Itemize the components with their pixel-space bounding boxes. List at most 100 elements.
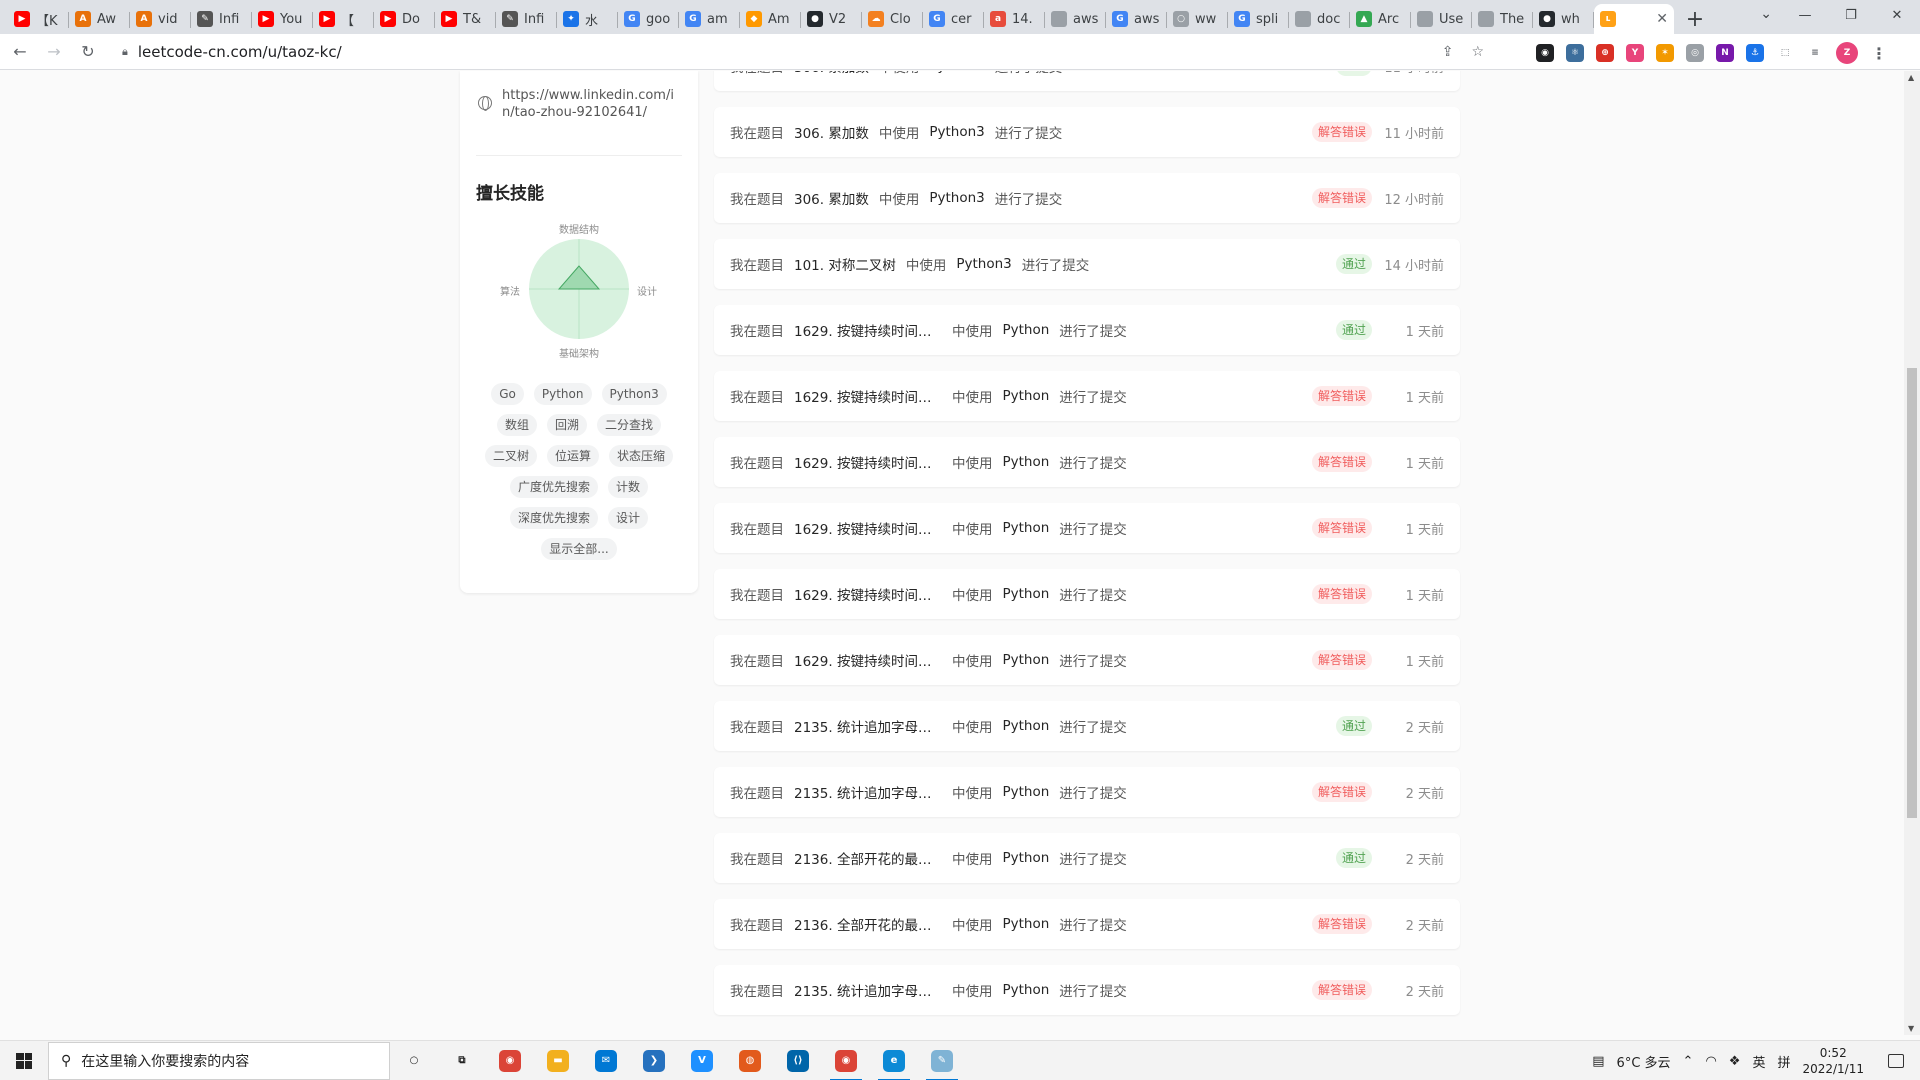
skill-tag[interactable]: 计数 — [608, 476, 649, 498]
cortana-taskbar-button[interactable]: ○ — [390, 1041, 438, 1080]
browser-tab[interactable]: A Aw — [69, 4, 130, 34]
submission-row[interactable]: 我在题目 2136. 全部开花的最早... 中使用 Python 进行了提交 通过 2 天前 — [714, 833, 1460, 883]
powershell-taskbar-button[interactable]: ❯ — [630, 1041, 678, 1080]
active-tab[interactable]: ʟ ✕ — [1594, 4, 1674, 34]
browser-tab[interactable]: Avid — [130, 4, 191, 34]
show-all-skills-button[interactable]: 显示全部... — [541, 538, 617, 560]
news-icon[interactable]: ▤ — [1592, 1054, 1604, 1069]
browser-tab[interactable]: Gspli — [1228, 4, 1289, 34]
extension-icon[interactable]: ⚛ — [1566, 44, 1584, 62]
vscode-taskbar-button[interactable]: ⟨⟩ — [774, 1041, 822, 1080]
submission-row[interactable]: 我在题目 2135. 统计追加字母可... 中使用 Python 进行了提交 解答错误 2 … — [714, 965, 1460, 1015]
browser-tab[interactable]: ▶ You — [252, 4, 313, 34]
taskbar-search-box[interactable]: ⚲ 在这里输入你要搜索的内容 — [48, 1041, 390, 1080]
share-icon[interactable]: ⇪ — [1442, 44, 1454, 60]
skill-tag[interactable]: 设计 — [608, 507, 649, 529]
skill-tag[interactable]: 数组 — [496, 414, 537, 436]
skill-tag[interactable]: Python3 — [601, 383, 667, 405]
problem-link[interactable]: 1629. 按键持续时间最... — [794, 386, 942, 406]
file-explorer-taskbar-button[interactable]: ▬ — [534, 1041, 582, 1080]
skill-tag[interactable]: 状态压缩 — [609, 445, 674, 467]
problem-link[interactable]: 2135. 统计追加字母可... — [794, 782, 942, 802]
restore-button[interactable]: ❐ — [1828, 0, 1874, 30]
extension-icon[interactable]: N — [1716, 44, 1734, 62]
scrollbar-thumb[interactable] — [1907, 368, 1917, 818]
extension-icon[interactable]: ✶ — [1656, 44, 1674, 62]
address-bar[interactable]: 🔒︎ leetcode-cn.com/u/taoz-kc/ — [116, 38, 1526, 66]
submission-row[interactable]: 我在题目 2136. 全部开花的最早... 中使用 Python 进行了提交 解答错误 2 … — [714, 899, 1460, 949]
problem-link[interactable]: 1629. 按键持续时间最... — [794, 650, 942, 670]
ime-mode[interactable]: 拼 — [1777, 1052, 1790, 1071]
chrome-menu-icon[interactable]: ⋮ — [1870, 44, 1888, 63]
problem-link[interactable]: 2136. 全部开花的最早... — [794, 914, 942, 934]
tab-search-icon[interactable]: ⌄ — [1760, 6, 1772, 22]
browser-tab[interactable]: ● wh — [1533, 4, 1594, 34]
problem-link[interactable]: 1629. 按键持续时间最... — [794, 518, 942, 538]
submission-row[interactable]: 我在题目 2135. 统计追加字母可... 中使用 Python 进行了提交 通过 2 天前 — [714, 701, 1460, 751]
new-tab-button[interactable]: + — [1680, 4, 1710, 34]
mail-taskbar-button[interactable]: ✉ — [582, 1041, 630, 1080]
submission-row[interactable]: 我在题目 306. 累加数 中使用 Python3 进行了提交 通过11 小时前 — [714, 71, 1460, 91]
submission-row[interactable]: 我在题目 1629. 按键持续时间最... 中使用 Python 进行了提交 解答错误 1 … — [714, 635, 1460, 685]
chrome-profile-taskbar-button[interactable]: ◉ — [822, 1041, 870, 1080]
weather-text[interactable]: 6°C 多云 — [1617, 1052, 1671, 1071]
skill-tag[interactable]: Python — [533, 383, 592, 405]
skill-tag[interactable]: 广度优先搜索 — [509, 476, 598, 498]
submission-row[interactable]: 我在题目 1629. 按键持续时间最... 中使用 Python 进行了提交 通过 1 天前 — [714, 305, 1460, 355]
profile-avatar[interactable]: Z — [1836, 42, 1858, 64]
browser-tab[interactable]: ▶ 【 — [313, 4, 374, 34]
browser-tab[interactable]: Gaws — [1106, 4, 1167, 34]
skill-tag[interactable]: 二分查找 — [597, 414, 662, 436]
browser-tab[interactable]: doc — [1289, 4, 1350, 34]
skill-tag[interactable]: 深度优先搜索 — [509, 507, 598, 529]
start-button[interactable] — [0, 1041, 48, 1080]
page-scrollbar[interactable]: ▲ ▼ — [1904, 71, 1920, 1035]
submission-row[interactable]: 我在题目 1629. 按键持续时间最... 中使用 Python 进行了提交 解答错误 1 … — [714, 437, 1460, 487]
browser-tab[interactable]: ▶ 【K — [8, 4, 69, 34]
minimize-button[interactable]: — — [1782, 0, 1828, 30]
ime-language[interactable]: 英 — [1752, 1052, 1765, 1071]
browser-tab[interactable]: ▶ T& — [435, 4, 496, 34]
problem-link[interactable]: 2135. 统计追加字母可... — [794, 980, 942, 1000]
paint-app-taskbar-button[interactable]: ✎ — [918, 1041, 966, 1080]
browser-tab[interactable]: Gcer — [923, 4, 984, 34]
submission-row[interactable]: 我在题目 2135. 统计追加字母可... 中使用 Python 进行了提交 解答错误 2 … — [714, 767, 1460, 817]
forward-icon[interactable]: → — [40, 38, 68, 66]
submission-row[interactable]: 我在题目 306. 累加数 中使用 Python3 进行了提交 解答错误 11 小时前 — [714, 107, 1460, 157]
clock[interactable]: 0:52 2022/1/11 — [1802, 1045, 1864, 1077]
submission-row[interactable]: 我在题目 1629. 按键持续时间最... 中使用 Python 进行了提交 解答错误 1 … — [714, 503, 1460, 553]
problem-link[interactable]: 1629. 按键持续时间最... — [794, 320, 942, 340]
skill-tag[interactable]: 位运算 — [546, 445, 599, 467]
browser-tab[interactable]: ● V2 — [801, 4, 862, 34]
problem-link[interactable]: 306. 累加数 — [794, 71, 869, 76]
browser-tab[interactable]: Use — [1411, 4, 1472, 34]
problem-link[interactable]: 1629. 按键持续时间最... — [794, 452, 942, 472]
problem-link[interactable]: 101. 对称二叉树 — [794, 254, 896, 274]
skill-tag[interactable]: 回溯 — [546, 414, 587, 436]
browser-tab[interactable]: aws — [1045, 4, 1106, 34]
browser-tab[interactable]: ☁ Clo — [862, 4, 923, 34]
back-icon[interactable]: ← — [6, 38, 34, 66]
browser-tab[interactable]: a 14. — [984, 4, 1045, 34]
network-icon[interactable]: ◠ — [1705, 1054, 1716, 1069]
reload-icon[interactable]: ↻ — [74, 38, 102, 66]
browser-tab[interactable]: The — [1472, 4, 1533, 34]
notification-icon[interactable] — [1888, 1054, 1904, 1068]
task-view-taskbar-button[interactable]: ⧉ — [438, 1041, 486, 1080]
extension-icon[interactable]: ◉ — [1536, 44, 1554, 62]
problem-link[interactable]: 2136. 全部开花的最早... — [794, 848, 942, 868]
close-tab-icon[interactable]: ✕ — [1656, 11, 1668, 27]
problem-link[interactable]: 2135. 统计追加字母可... — [794, 716, 942, 736]
tray-overflow-icon[interactable]: ⌃ — [1683, 1054, 1694, 1069]
submission-row[interactable]: 我在题目 1629. 按键持续时间最... 中使用 Python 进行了提交 解答错误 1 … — [714, 371, 1460, 421]
browser-tab[interactable]: Ggoo — [618, 4, 679, 34]
browser-tab[interactable]: ✎ Infi — [191, 4, 252, 34]
scroll-up-icon[interactable]: ▲ — [1908, 73, 1914, 82]
problem-link[interactable]: 306. 累加数 — [794, 188, 869, 208]
skill-tag[interactable]: Go — [491, 383, 524, 405]
browser-tab[interactable]: ◆ Am — [740, 4, 801, 34]
submission-row[interactable]: 我在题目 1629. 按键持续时间最... 中使用 Python 进行了提交 解答错误 1 … — [714, 569, 1460, 619]
scroll-down-icon[interactable]: ▼ — [1908, 1024, 1914, 1033]
extension-icon[interactable]: Y — [1626, 44, 1644, 62]
edge-taskbar-button[interactable]: e — [870, 1041, 918, 1080]
